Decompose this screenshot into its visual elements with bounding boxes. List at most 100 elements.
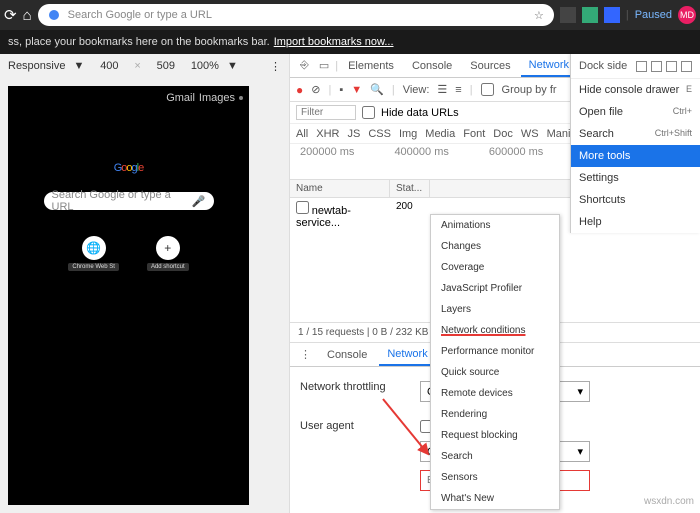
watermark: wsxdn.com — [644, 496, 694, 507]
more-icon[interactable]: ⋮ — [270, 60, 281, 73]
submenu-item-coverage[interactable]: Coverage — [431, 257, 559, 278]
submenu-item-changes[interactable]: Changes — [431, 236, 559, 257]
type-js[interactable]: JS — [347, 128, 360, 140]
drawer-menu-icon[interactable]: ⋮ — [296, 348, 315, 361]
tab-elements[interactable]: Elements — [340, 56, 402, 76]
avatar[interactable]: MD — [678, 6, 696, 24]
shortcut-label: Add shortcut — [147, 263, 189, 271]
submenu-item-search[interactable]: Search — [431, 446, 559, 467]
device-preview-pane: Responsive▼ 400 × 509 100%▼ ⋮ Gmail Imag… — [0, 54, 290, 513]
throttling-label: Network throttling — [300, 381, 400, 393]
tab-sources[interactable]: Sources — [462, 56, 518, 76]
devtools: ⎆ ▭ | Elements Console Sources Network A… — [290, 54, 700, 513]
menu-item-shortcuts[interactable]: Shortcuts — [571, 189, 700, 211]
view-label: View: — [403, 84, 430, 96]
google-search-input[interactable]: Search Google or type a URL 🎤 — [44, 192, 214, 210]
col-name[interactable]: Name — [290, 180, 390, 197]
shortcut-1[interactable]: 🌐 Chrome Web St — [68, 236, 119, 271]
dock-left-icon[interactable] — [651, 61, 662, 72]
type-css[interactable]: CSS — [368, 128, 391, 140]
device-mode[interactable]: Responsive — [8, 60, 65, 72]
dock-undock-icon[interactable] — [636, 61, 647, 72]
home-icon[interactable]: ⌂ — [23, 7, 32, 24]
type-font[interactable]: Font — [463, 128, 485, 140]
camera-icon[interactable]: ▪ — [339, 84, 343, 96]
menu-item-settings[interactable]: Settings — [571, 167, 700, 189]
type-img[interactable]: Img — [399, 128, 417, 140]
bookmark-text: ss, place your bookmarks here on the boo… — [8, 36, 270, 48]
record-icon[interactable]: ● — [296, 83, 303, 97]
divider: | — [626, 9, 629, 21]
filter-icon[interactable]: ▼ — [351, 84, 362, 96]
reload-icon[interactable]: ⟳ — [4, 6, 17, 24]
submenu-item-remote-devices[interactable]: Remote devices — [431, 383, 559, 404]
extension-icon-1[interactable] — [560, 7, 576, 23]
mic-icon[interactable]: 🎤 — [192, 195, 206, 208]
submenu-item-rendering[interactable]: Rendering — [431, 404, 559, 425]
submenu-item-sensors[interactable]: Sensors — [431, 467, 559, 488]
apps-icon[interactable] — [239, 96, 243, 100]
menu-item-open-file[interactable]: Open fileCtrl+ — [571, 101, 700, 123]
google-g-icon — [48, 9, 60, 21]
submenu-item-network-conditions[interactable]: Network conditions — [431, 320, 559, 341]
submenu-item-animations[interactable]: Animations — [431, 215, 559, 236]
col-status[interactable]: Stat... — [390, 180, 430, 197]
height-input[interactable]: 509 — [149, 60, 183, 72]
drawer-tab-console[interactable]: Console — [319, 345, 375, 365]
req-status: 200 — [390, 198, 430, 232]
import-bookmarks-link[interactable]: Import bookmarks now... — [274, 36, 394, 48]
tab-network[interactable]: Network — [521, 55, 577, 77]
submenu-item-performance-monitor[interactable]: Performance monitor — [431, 341, 559, 362]
gmail-link[interactable]: Gmail — [166, 92, 195, 104]
page-preview[interactable]: Gmail Images Google Search Google or typ… — [8, 86, 249, 505]
google-header-links: Gmail Images — [166, 92, 243, 104]
extension-icon-3[interactable] — [604, 7, 620, 23]
shortcuts: 🌐 Chrome Web St + Add shortcut — [68, 236, 188, 271]
omnibox[interactable]: Search Google or type a URL ☆ — [38, 4, 554, 26]
zoom-select[interactable]: 100% — [191, 60, 219, 72]
shortcut-add[interactable]: + Add shortcut — [147, 236, 189, 271]
inspect-icon[interactable]: ⎆ — [296, 59, 313, 72]
search-icon[interactable]: 🔍 — [370, 83, 384, 96]
device-toggle-icon[interactable]: ▭ — [315, 59, 333, 72]
type-doc[interactable]: Doc — [493, 128, 513, 140]
hide-data-checkbox[interactable] — [362, 106, 375, 119]
small-rows-icon[interactable]: ≡ — [455, 84, 461, 96]
menu-item-search[interactable]: SearchCtrl+Shift — [571, 123, 700, 145]
extension-icon-2[interactable] — [582, 7, 598, 23]
dock-side-label: Dock side — [579, 60, 627, 72]
submenu-item-request-blocking[interactable]: Request blocking — [431, 425, 559, 446]
shortcut-label: Chrome Web St — [68, 263, 119, 271]
google-logo: Google — [114, 146, 144, 178]
submenu-item-quick-source[interactable]: Quick source — [431, 362, 559, 383]
dimension-sep: × — [134, 60, 140, 72]
submenu-item-javascript-profiler[interactable]: JavaScript Profiler — [431, 278, 559, 299]
dock-right-icon[interactable] — [681, 61, 692, 72]
type-ws[interactable]: WS — [521, 128, 539, 140]
profile-paused[interactable]: Paused — [635, 9, 672, 21]
hide-data-label: Hide data URLs — [381, 107, 459, 119]
images-link[interactable]: Images — [199, 92, 235, 104]
width-input[interactable]: 400 — [92, 60, 126, 72]
type-xhr[interactable]: XHR — [316, 128, 339, 140]
submenu-item-layers[interactable]: Layers — [431, 299, 559, 320]
tab-console[interactable]: Console — [404, 56, 460, 76]
dock-bottom-icon[interactable] — [666, 61, 677, 72]
group-checkbox[interactable] — [481, 83, 494, 96]
large-rows-icon[interactable]: ☰ — [437, 83, 447, 96]
shortcut-icon: 🌐 — [82, 236, 106, 260]
submenu-item-what's-new[interactable]: What's New — [431, 488, 559, 509]
menu-item-help[interactable]: Help — [571, 211, 700, 233]
menu-item-hide-console-drawer[interactable]: Hide console drawerE — [571, 79, 700, 101]
type-media[interactable]: Media — [425, 128, 455, 140]
filter-input[interactable] — [296, 105, 356, 120]
row-checkbox[interactable] — [296, 201, 309, 214]
chevron-down-icon: ▾ — [577, 385, 583, 398]
tick: 200000 ms — [300, 146, 354, 158]
menu-item-more-tools[interactable]: More tools — [571, 145, 700, 167]
type-all[interactable]: All — [296, 128, 308, 140]
tick: 400000 ms — [394, 146, 448, 158]
group-label: Group by fr — [502, 84, 557, 96]
star-icon[interactable]: ☆ — [534, 9, 544, 22]
clear-icon[interactable]: ⊘ — [311, 83, 320, 96]
